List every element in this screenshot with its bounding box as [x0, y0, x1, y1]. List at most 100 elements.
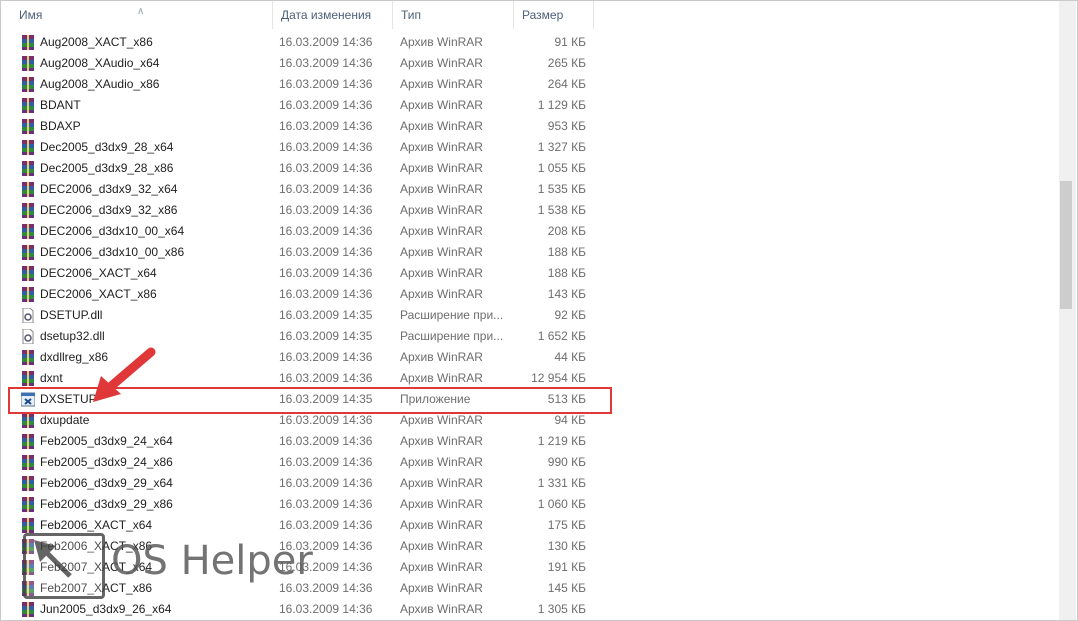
- column-header-name-label: Имя: [19, 8, 43, 22]
- file-size: 265 КБ: [547, 56, 586, 70]
- watermark-logo: OS Helper: [21, 531, 361, 601]
- cursor-logo-icon: [23, 533, 105, 599]
- file-date: 16.03.2009 14:36: [279, 350, 373, 364]
- file-size: 208 КБ: [547, 224, 586, 238]
- sort-ascending-icon: ∧: [137, 6, 145, 17]
- file-name: BDAXP: [40, 119, 81, 133]
- file-type: Расширение при...: [400, 308, 504, 322]
- file-size: 143 КБ: [547, 287, 586, 301]
- column-header-name[interactable]: Имя ∧: [11, 1, 273, 29]
- file-row[interactable]: Dec2005_d3dx9_28_x86 16.03.2009 14:36 Архи…: [11, 158, 591, 179]
- file-row[interactable]: BDAXP 16.03.2009 14:36 Архив WinRAR 953 КБ: [11, 116, 591, 137]
- dll-file-icon: [21, 328, 35, 345]
- file-row[interactable]: DEC2006_d3dx10_00_x64 16.03.2009 14:36 Арх…: [11, 221, 591, 242]
- file-size: 1 652 КБ: [537, 329, 586, 343]
- winrar-archive-icon: [21, 98, 35, 113]
- winrar-archive-icon: [21, 434, 35, 449]
- vertical-scrollbar[interactable]: [1059, 1, 1076, 620]
- file-size: 145 КБ: [547, 581, 586, 595]
- file-size: 1 129 КБ: [537, 98, 586, 112]
- winrar-archive-icon: [21, 182, 35, 197]
- file-date: 16.03.2009 14:36: [279, 266, 373, 280]
- column-header-size[interactable]: Размер: [514, 1, 594, 29]
- file-size: 1 327 КБ: [537, 140, 586, 154]
- file-date: 16.03.2009 14:36: [279, 98, 373, 112]
- file-size: 175 КБ: [547, 518, 586, 532]
- file-row[interactable]: DEC2006_d3dx9_32_x86 16.03.2009 14:36 Архи…: [11, 200, 591, 221]
- file-type: Архив WinRAR: [400, 350, 483, 364]
- file-type: Архив WinRAR: [400, 56, 483, 70]
- winrar-archive-icon: [21, 140, 35, 155]
- file-row[interactable]: Aug2008_XAudio_x86 16.03.2009 14:36 Архив …: [11, 74, 591, 95]
- file-type: Архив WinRAR: [400, 77, 483, 91]
- file-size: 1 331 КБ: [537, 476, 586, 490]
- file-row[interactable]: DEC2006_XACT_x64 16.03.2009 14:36 Архив Wi…: [11, 263, 591, 284]
- column-header-date-label: Дата изменения: [281, 8, 372, 22]
- scrollbar-thumb[interactable]: [1060, 181, 1072, 309]
- file-size: 1 219 КБ: [537, 434, 586, 448]
- winrar-archive-icon: [21, 35, 35, 50]
- winrar-archive-icon: [21, 350, 35, 365]
- file-row[interactable]: DEC2006_d3dx10_00_x86 16.03.2009 14:36 Арх…: [11, 242, 591, 263]
- file-date: 16.03.2009 14:36: [279, 602, 373, 616]
- file-date: 16.03.2009 14:36: [279, 224, 373, 238]
- file-row[interactable]: Aug2008_XAudio_x64 16.03.2009 14:36 Архив …: [11, 53, 591, 74]
- file-row[interactable]: Jun2005_d3dx9_26_x64 16.03.2009 14:36 Архи…: [11, 599, 591, 620]
- file-type: Архив WinRAR: [400, 161, 483, 175]
- file-date: 16.03.2009 14:36: [279, 497, 373, 511]
- file-name: DEC2006_XACT_x64: [40, 266, 157, 280]
- file-size: 188 КБ: [547, 245, 586, 259]
- file-type: Архив WinRAR: [400, 539, 483, 553]
- winrar-archive-icon: [21, 287, 35, 302]
- winrar-archive-icon: [21, 413, 35, 428]
- file-row[interactable]: Feb2006_d3dx9_29_x64 16.03.2009 14:36 Архи…: [11, 473, 591, 494]
- file-date: 16.03.2009 14:36: [279, 182, 373, 196]
- file-size: 188 КБ: [547, 266, 586, 280]
- winrar-archive-icon: [21, 203, 35, 218]
- file-name: Dec2005_d3dx9_28_x86: [40, 161, 174, 175]
- file-date: 16.03.2009 14:36: [279, 140, 373, 154]
- file-size: 953 КБ: [547, 119, 586, 133]
- file-name: Feb2006_d3dx9_29_x64: [40, 476, 173, 490]
- dll-file-icon: [21, 307, 35, 324]
- file-row[interactable]: Aug2008_XACT_x86 16.03.2009 14:36 Архив Wi…: [11, 32, 591, 53]
- file-date: 16.03.2009 14:35: [279, 308, 373, 322]
- file-row[interactable]: Feb2006_d3dx9_29_x86 16.03.2009 14:36 Архи…: [11, 494, 591, 515]
- file-type: Архив WinRAR: [400, 182, 483, 196]
- file-size: 1 305 КБ: [537, 602, 586, 616]
- file-type: Архив WinRAR: [400, 98, 483, 112]
- file-type: Архив WinRAR: [400, 140, 483, 154]
- file-date: 16.03.2009 14:35: [279, 329, 373, 343]
- watermark-text: OS Helper: [111, 538, 313, 584]
- file-name: DEC2006_d3dx10_00_x64: [40, 224, 185, 238]
- file-date: 16.03.2009 14:36: [279, 203, 373, 217]
- file-name: dxnt: [40, 371, 63, 385]
- file-date: 16.03.2009 14:36: [279, 161, 373, 175]
- file-type: Архив WinRAR: [400, 455, 483, 469]
- column-header-size-label: Размер: [522, 8, 564, 22]
- column-header-bar: Имя ∧ Дата изменения Тип Размер: [11, 1, 1061, 29]
- file-row[interactable]: dsetup32.dll 16.03.2009 14:35 Расширение п…: [11, 326, 591, 347]
- file-row[interactable]: DSETUP.dll 16.03.2009 14:35 Расширение при…: [11, 305, 591, 326]
- file-type: Архив WinRAR: [400, 434, 483, 448]
- winrar-archive-icon: [21, 476, 35, 491]
- file-name: DEC2006_d3dx10_00_x86: [40, 245, 185, 259]
- file-name: DEC2006_d3dx9_32_x64: [40, 182, 178, 196]
- file-row[interactable]: Feb2005_d3dx9_24_x86 16.03.2009 14:36 Архи…: [11, 452, 591, 473]
- winrar-archive-icon: [21, 602, 35, 617]
- file-name: Feb2005_d3dx9_24_x64: [40, 434, 173, 448]
- file-size: 130 КБ: [547, 539, 586, 553]
- file-date: 16.03.2009 14:36: [279, 476, 373, 490]
- file-row[interactable]: DEC2006_d3dx9_32_x64 16.03.2009 14:36 Архи…: [11, 179, 591, 200]
- file-name: Aug2008_XAudio_x64: [40, 56, 160, 70]
- file-size: 1 535 КБ: [537, 182, 586, 196]
- file-row[interactable]: Dec2005_d3dx9_28_x64 16.03.2009 14:36 Архи…: [11, 137, 591, 158]
- file-row[interactable]: BDANT 16.03.2009 14:36 Архив WinRAR 1 129 К…: [11, 95, 591, 116]
- file-row[interactable]: DEC2006_XACT_x86 16.03.2009 14:36 Архив Wi…: [11, 284, 591, 305]
- file-name: DSETUP.dll: [40, 308, 103, 322]
- column-header-type[interactable]: Тип: [393, 1, 514, 29]
- column-header-date[interactable]: Дата изменения: [273, 1, 393, 29]
- winrar-archive-icon: [21, 119, 35, 134]
- file-type: Архив WinRAR: [400, 119, 483, 133]
- file-row[interactable]: Feb2005_d3dx9_24_x64 16.03.2009 14:36 Архи…: [11, 431, 591, 452]
